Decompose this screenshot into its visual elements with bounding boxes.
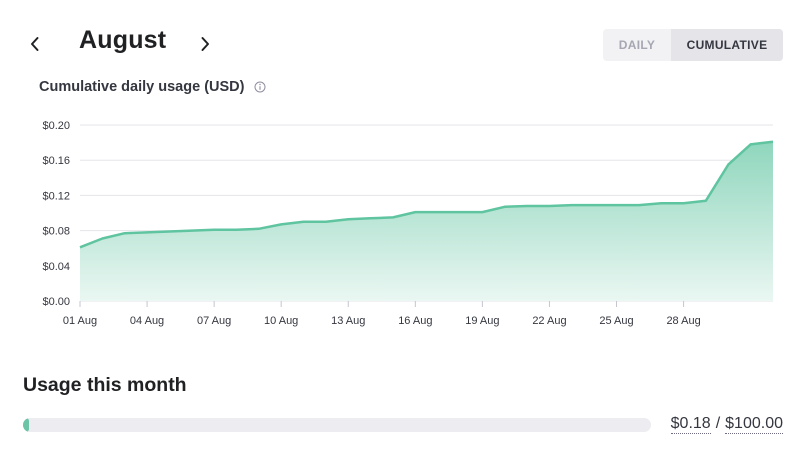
x-tick-label: 19 Aug [465,315,499,327]
y-tick-label: $0.20 [42,120,70,132]
chart-title: Cumulative daily usage (USD) [39,79,245,95]
x-tick-label: 07 Aug [197,315,231,327]
x-tick-label: 01 Aug [63,315,97,327]
x-tick-label: 25 Aug [599,315,633,327]
usage-separator: / [715,415,721,432]
x-axis: 01 Aug 04 Aug 07 Aug 10 Aug 13 Aug 16 Aug 19 A… [63,301,701,327]
x-tick-label: 10 Aug [264,315,298,327]
usage-progress-fill [23,418,29,432]
y-tick-label: $0.08 [42,226,70,238]
chevron-right-icon [201,37,209,51]
usage-limit[interactable]: $100.00 [725,415,783,434]
x-tick-label: 16 Aug [398,315,432,327]
usage-chart: $0.00 $0.04 $0.08 $0.12 $0.16 $0.20 01 Aug 04 … [42,120,774,327]
info-icon[interactable] [254,81,266,93]
next-month-button[interactable] [192,30,218,58]
usage-progress-bar [23,418,651,432]
daily-toggle-button[interactable]: DAILY [603,29,671,61]
cumulative-toggle-button[interactable]: CUMULATIVE [671,29,783,61]
view-toggle: DAILY CUMULATIVE [603,29,783,61]
usage-used[interactable]: $0.18 [670,415,711,434]
previous-month-button[interactable] [22,30,48,58]
y-axis: $0.00 $0.04 $0.08 $0.12 $0.16 $0.20 [42,120,70,308]
month-title: August [79,26,167,54]
usage-section-title: Usage this month [23,374,187,396]
chevron-left-icon [31,37,39,51]
x-tick-label: 28 Aug [666,315,700,327]
x-tick-label: 04 Aug [130,315,164,327]
x-tick-label: 22 Aug [532,315,566,327]
usage-amount: $0.18/$100.00 [670,415,783,434]
y-tick-label: $0.04 [42,261,70,273]
usage-area [80,141,773,301]
y-tick-label: $0.12 [42,190,70,202]
x-tick-label: 13 Aug [331,315,365,327]
y-tick-label: $0.16 [42,155,70,167]
y-tick-label: $0.00 [42,296,70,308]
